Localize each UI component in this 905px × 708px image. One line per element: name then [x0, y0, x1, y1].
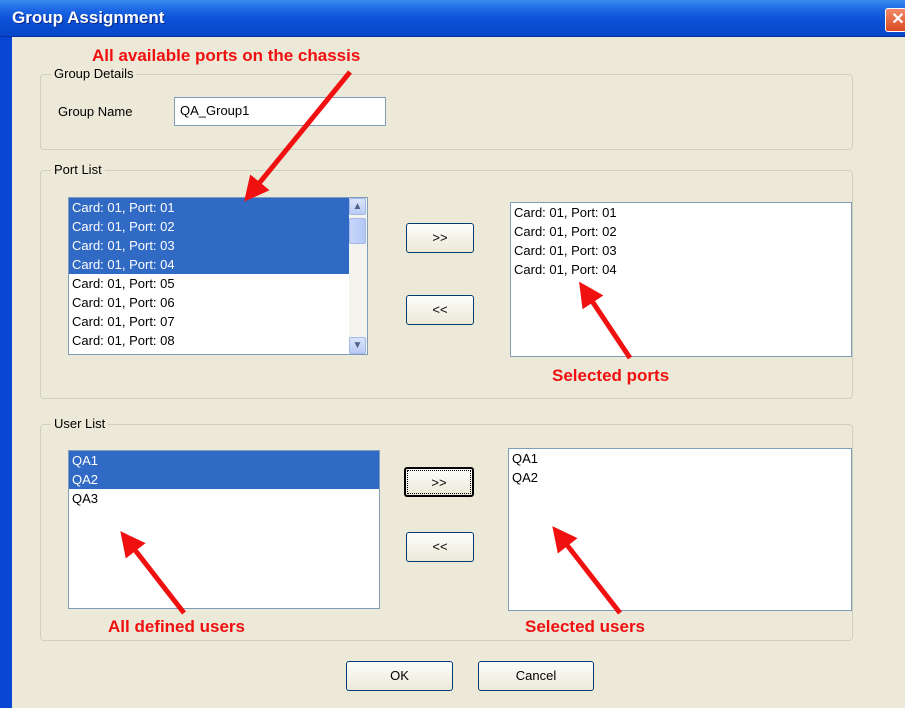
- window-frame-left: [0, 0, 12, 708]
- user-list-legend: User List: [51, 416, 109, 431]
- list-item[interactable]: Card: 01, Port: 06: [69, 293, 367, 312]
- list-item[interactable]: Card: 01, Port: 02: [511, 222, 851, 241]
- window-title: Group Assignment: [12, 8, 165, 27]
- list-item[interactable]: QA1: [509, 449, 851, 468]
- remove-port-button[interactable]: <<: [406, 295, 474, 325]
- list-item[interactable]: Card: 01, Port: 07: [69, 312, 367, 331]
- group-name-label: Group Name: [58, 104, 133, 119]
- group-name-field[interactable]: QA_Group1: [174, 97, 386, 126]
- title-bar[interactable]: Group Assignment ✕: [0, 0, 905, 37]
- list-item[interactable]: Card: 01, Port: 03: [69, 236, 367, 255]
- dialog-body: Group Details Group Name QA_Group1 Port …: [12, 37, 905, 708]
- port-list-legend: Port List: [51, 162, 105, 177]
- scroll-thumb[interactable]: [349, 218, 366, 244]
- vertical-scrollbar[interactable]: ▲ ▼: [349, 198, 367, 354]
- annotation-defined-users: All defined users: [108, 617, 245, 636]
- available-ports-items: Card: 01, Port: 01 Card: 01, Port: 02 Ca…: [69, 198, 367, 350]
- selected-ports-list[interactable]: Card: 01, Port: 01 Card: 01, Port: 02 Ca…: [510, 202, 852, 357]
- remove-user-button[interactable]: <<: [406, 532, 474, 562]
- ok-button[interactable]: OK: [346, 661, 453, 691]
- available-users-list[interactable]: QA1 QA2 QA3: [68, 450, 380, 609]
- available-ports-list[interactable]: Card: 01, Port: 01 Card: 01, Port: 02 Ca…: [68, 197, 368, 355]
- group-details-box: Group Details Group Name QA_Group1: [40, 66, 853, 150]
- group-details-legend: Group Details: [51, 66, 137, 81]
- annotation-selected-users: Selected users: [525, 617, 646, 636]
- scroll-up-icon[interactable]: ▲: [349, 198, 366, 215]
- scroll-down-icon[interactable]: ▼: [349, 337, 366, 354]
- add-port-button[interactable]: >>: [406, 223, 474, 253]
- list-item[interactable]: Card: 01, Port: 03: [511, 241, 851, 260]
- list-item[interactable]: Card: 01, Port: 04: [511, 260, 851, 279]
- list-item[interactable]: QA2: [509, 468, 851, 487]
- annotation-available-ports: All available ports on the chassis: [92, 46, 361, 65]
- list-item[interactable]: QA1: [69, 451, 379, 470]
- list-item[interactable]: Card: 01, Port: 02: [69, 217, 367, 236]
- selected-users-list[interactable]: QA1 QA2: [508, 448, 852, 611]
- annotation-selected-ports: Selected ports: [552, 366, 670, 385]
- close-icon[interactable]: ✕: [885, 8, 905, 32]
- cancel-button[interactable]: Cancel: [478, 661, 594, 691]
- add-user-button[interactable]: >>: [404, 467, 474, 497]
- list-item[interactable]: Card: 01, Port: 01: [511, 203, 851, 222]
- list-item[interactable]: Card: 01, Port: 04: [69, 255, 367, 274]
- list-item[interactable]: QA2: [69, 470, 379, 489]
- list-item[interactable]: QA3: [69, 489, 379, 508]
- list-item[interactable]: Card: 01, Port: 08: [69, 331, 367, 350]
- list-item[interactable]: Card: 01, Port: 05: [69, 274, 367, 293]
- list-item[interactable]: Card: 01, Port: 01: [69, 198, 367, 217]
